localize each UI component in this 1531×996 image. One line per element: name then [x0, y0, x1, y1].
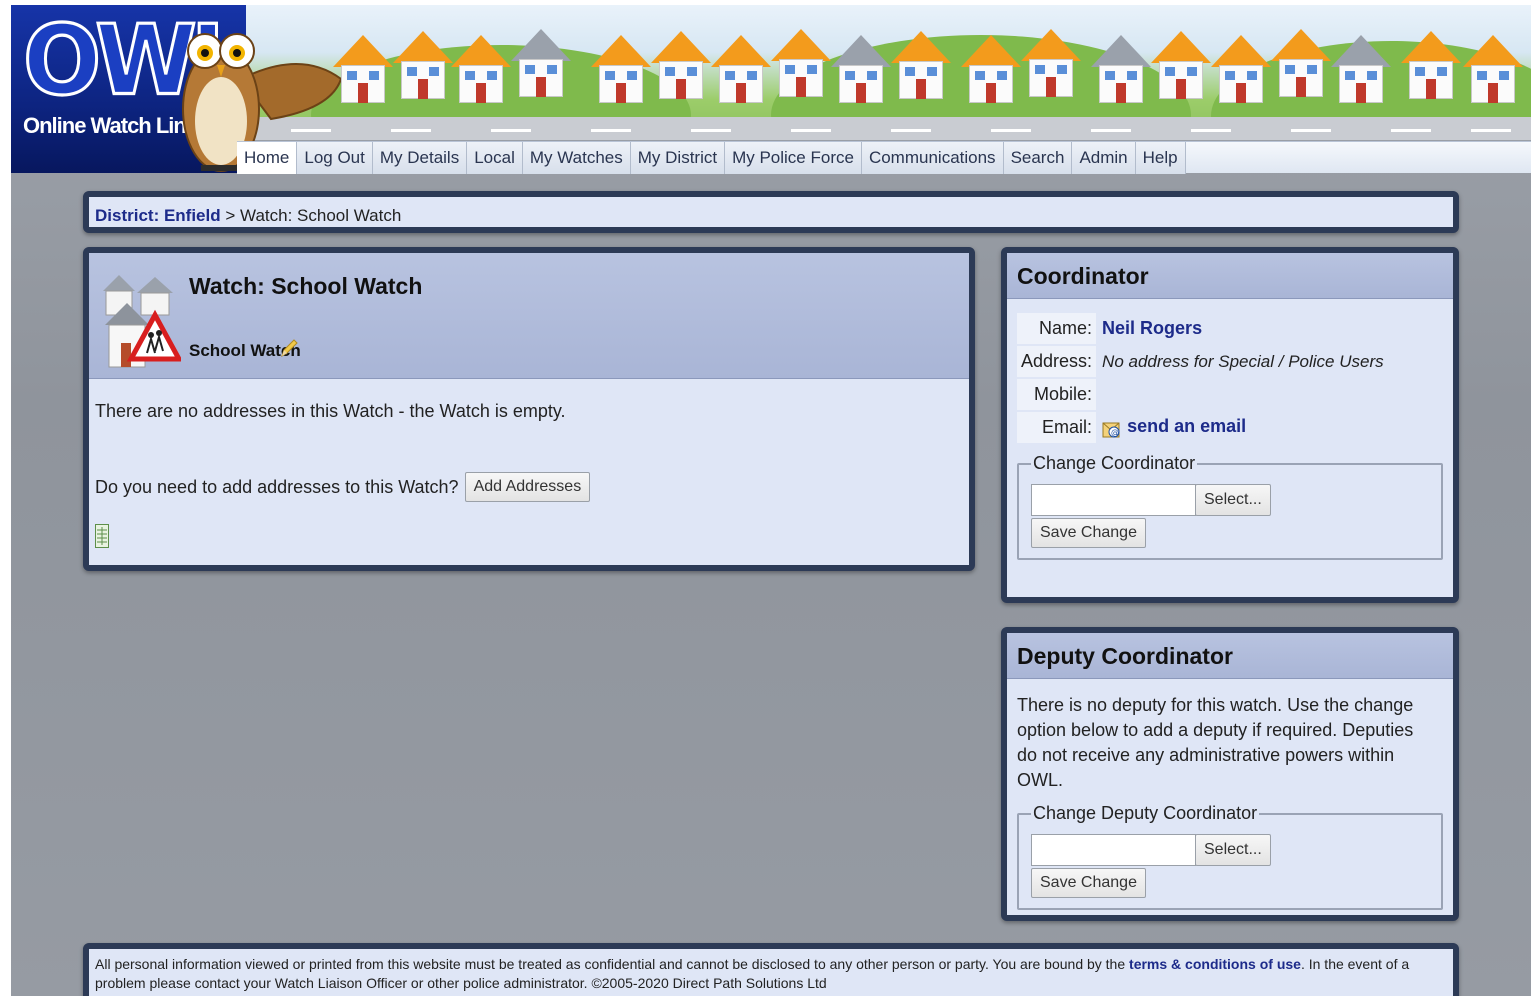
- site-header: OWL Online Watch Link Home Log Out My De…: [11, 5, 1531, 174]
- house-icon: [333, 35, 393, 105]
- coordinator-name-link[interactable]: Neil Rogers: [1102, 318, 1202, 338]
- terms-link[interactable]: terms & conditions of use: [1129, 956, 1301, 972]
- house-icon: [831, 35, 891, 105]
- road-marking: [1471, 129, 1511, 132]
- svg-text:@: @: [1111, 428, 1119, 437]
- road-marking: [591, 129, 631, 132]
- breadcrumb-district-link[interactable]: District: Enfield: [95, 206, 221, 225]
- nav-communications[interactable]: Communications: [861, 142, 1004, 174]
- house-icon: [451, 35, 511, 105]
- logo-subtitle: Online Watch Link: [23, 113, 198, 138]
- road-marking: [1291, 129, 1331, 132]
- house-icon: [1151, 31, 1211, 101]
- house-icon: [1401, 31, 1461, 101]
- coordinator-address: No address for Special / Police Users: [1102, 351, 1384, 371]
- page-background: OWL Online Watch Link Home Log Out My De…: [11, 5, 1531, 996]
- main-nav: Home Log Out My Details Local My Watches…: [237, 141, 1531, 174]
- footer: All personal information viewed or print…: [83, 943, 1459, 996]
- road-marking: [491, 129, 531, 132]
- nav-my-district[interactable]: My District: [630, 142, 726, 174]
- nav-my-watches[interactable]: My Watches: [522, 142, 631, 174]
- road-marking: [391, 129, 431, 132]
- house-icon: [1271, 29, 1331, 99]
- house-icon: [961, 35, 1021, 105]
- email-envelope-icon[interactable]: @: [1102, 417, 1122, 439]
- nav-admin[interactable]: Admin: [1072, 142, 1136, 174]
- mobile-label: Mobile:: [1017, 379, 1097, 410]
- watch-panel: Watch: School Watch School Watch There a…: [83, 247, 975, 571]
- spreadsheet-icon[interactable]: [95, 524, 109, 548]
- deputy-coordinator-panel: Deputy Coordinator There is no deputy fo…: [1001, 627, 1459, 921]
- house-icon: [393, 31, 453, 101]
- house-icon: [1021, 29, 1081, 99]
- change-deputy-legend: Change Deputy Coordinator: [1033, 803, 1258, 823]
- coordinator-save-button[interactable]: Save Change: [1031, 518, 1146, 548]
- coordinator-panel: Coordinator Name: Neil Rogers Address: N…: [1001, 247, 1459, 603]
- coordinator-mobile: [1098, 379, 1388, 410]
- email-label: Email:: [1017, 412, 1097, 443]
- road-marking: [1091, 129, 1131, 132]
- pencil-icon[interactable]: [279, 337, 299, 359]
- nav-my-details[interactable]: My Details: [372, 142, 468, 174]
- watch-title: Watch: School Watch: [189, 273, 423, 299]
- house-icon: [1091, 35, 1151, 105]
- breadcrumb: District: Enfield > Watch: School Watch: [83, 191, 1459, 233]
- house-icon: [591, 35, 651, 105]
- address-label: Address:: [1017, 346, 1097, 377]
- nav-logout[interactable]: Log Out: [297, 142, 373, 174]
- change-coordinator-legend: Change Coordinator: [1033, 453, 1196, 473]
- deputy-select-input[interactable]: [1031, 834, 1196, 866]
- breadcrumb-current: Watch: School Watch: [240, 206, 402, 225]
- coordinator-select-input[interactable]: [1031, 484, 1196, 516]
- house-icon: [891, 31, 951, 101]
- deputy-message: There is no deputy for this watch. Use t…: [1017, 695, 1414, 790]
- send-email-link[interactable]: send an email: [1127, 416, 1246, 436]
- deputy-select-button[interactable]: Select...: [1195, 834, 1271, 866]
- logo-title: OWL: [22, 5, 251, 117]
- houses-school-sign-icon: [103, 275, 181, 368]
- house-icon: [1331, 35, 1391, 105]
- coordinator-heading: Coordinator: [1007, 253, 1453, 299]
- road-marking: [691, 129, 731, 132]
- change-coordinator-fieldset: Change Coordinator Select... Save Change: [1017, 453, 1443, 560]
- nav-search[interactable]: Search: [1003, 142, 1073, 174]
- nav-home[interactable]: Home: [237, 142, 298, 174]
- coordinator-select-button[interactable]: Select...: [1195, 484, 1271, 516]
- road-marking: [1191, 129, 1231, 132]
- nav-local[interactable]: Local: [467, 142, 523, 174]
- road-marking: [991, 129, 1031, 132]
- road-marking: [791, 129, 831, 132]
- house-icon: [651, 31, 711, 101]
- breadcrumb-separator: >: [225, 206, 236, 225]
- add-addresses-prompt: Do you need to add addresses to this Wat…: [95, 476, 459, 497]
- house-icon: [1211, 35, 1271, 105]
- road-marking: [1391, 129, 1431, 132]
- nav-my-police-force[interactable]: My Police Force: [725, 142, 862, 174]
- footer-text-before: All personal information viewed or print…: [95, 956, 1126, 972]
- house-icon: [771, 29, 831, 99]
- name-label: Name:: [1017, 313, 1097, 344]
- deputy-heading: Deputy Coordinator: [1007, 633, 1453, 679]
- house-icon: [1463, 35, 1523, 105]
- watch-header: Watch: School Watch School Watch: [89, 253, 969, 379]
- nav-help[interactable]: Help: [1135, 142, 1186, 174]
- coordinator-details: Name: Neil Rogers Address: No address fo…: [1015, 311, 1390, 445]
- house-icon: [711, 35, 771, 105]
- deputy-save-button[interactable]: Save Change: [1031, 868, 1146, 898]
- watch-empty-message: There are no addresses in this Watch - t…: [95, 401, 566, 421]
- add-addresses-button[interactable]: Add Addresses: [464, 472, 591, 502]
- house-icon: [511, 29, 571, 99]
- road-marking: [891, 129, 931, 132]
- change-deputy-fieldset: Change Deputy Coordinator Select... Save…: [1017, 803, 1443, 910]
